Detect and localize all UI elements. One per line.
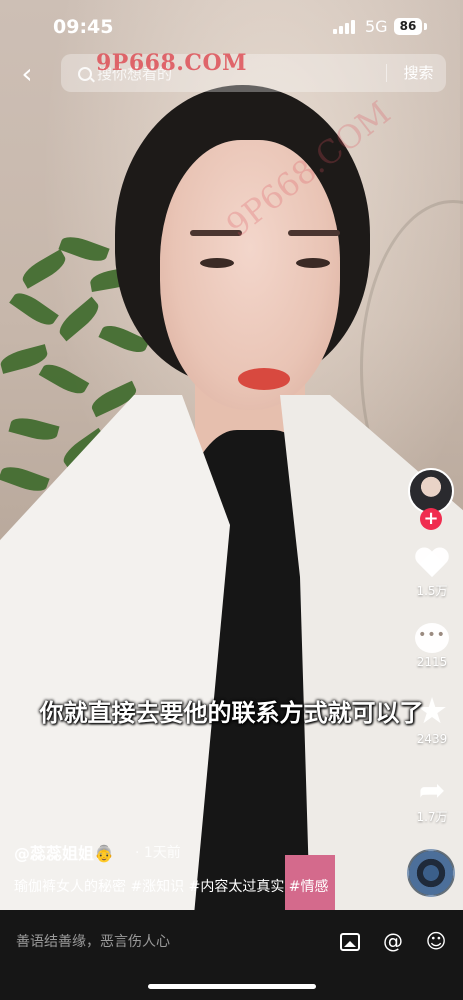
image-icon[interactable] <box>340 933 360 951</box>
home-indicator <box>148 984 316 989</box>
person-brow-right <box>288 230 340 236</box>
author-name[interactable]: @蕊蕊姐姐 <box>14 844 94 863</box>
status-bar: 09:45 5G 86 <box>0 0 463 56</box>
search-divider <box>386 64 387 82</box>
person-lips <box>238 368 290 390</box>
search-icon <box>78 67 92 81</box>
comment-icon[interactable]: ••• <box>415 623 449 653</box>
heart-icon[interactable] <box>414 548 450 580</box>
comment-input[interactable] <box>14 929 318 955</box>
battery-icon: 86 <box>394 18 422 35</box>
status-time: 09:45 <box>53 16 114 38</box>
video-caption[interactable]: 瑜伽裤女人的秘密 #涨知识 #内容太过真实 #情感 <box>14 876 329 896</box>
follow-button[interactable]: + <box>420 508 442 530</box>
back-icon[interactable]: ‹ <box>14 60 40 88</box>
at-icon[interactable]: @ <box>382 930 404 952</box>
author-emoji: 👵 <box>94 844 114 863</box>
like-button[interactable]: 1.5万 <box>404 548 460 599</box>
like-count: 1.5万 <box>416 584 448 598</box>
signal-icon <box>333 20 357 34</box>
favorite-count: 2439 <box>416 732 448 746</box>
person-eye-right <box>296 258 330 268</box>
comment-count: 2115 <box>416 655 448 669</box>
video-subtitle: 你就直接去要他的联系方式就可以了 <box>39 699 424 727</box>
comment-bar: @ ☺ <box>0 910 463 1000</box>
comment-button[interactable]: ••• 2115 <box>404 623 460 669</box>
search-button[interactable]: 搜索 <box>396 62 441 84</box>
share-button[interactable]: ➦ 1.7万 <box>404 774 460 825</box>
person-eye-left <box>200 258 234 268</box>
post-time: · 1天前 <box>135 845 181 861</box>
site-watermark: 9P668.COM <box>96 50 247 76</box>
author-name-row[interactable]: @蕊蕊姐姐👵 <box>14 840 114 864</box>
music-disc-icon[interactable] <box>407 849 455 897</box>
emoji-icon[interactable]: ☺ <box>425 930 447 952</box>
share-count: 1.7万 <box>416 810 448 824</box>
battery-tip <box>424 23 427 30</box>
network-type: 5G <box>365 17 388 36</box>
share-icon[interactable]: ➦ <box>404 774 460 806</box>
video-player[interactable]: 9P668.COM <box>0 0 463 910</box>
